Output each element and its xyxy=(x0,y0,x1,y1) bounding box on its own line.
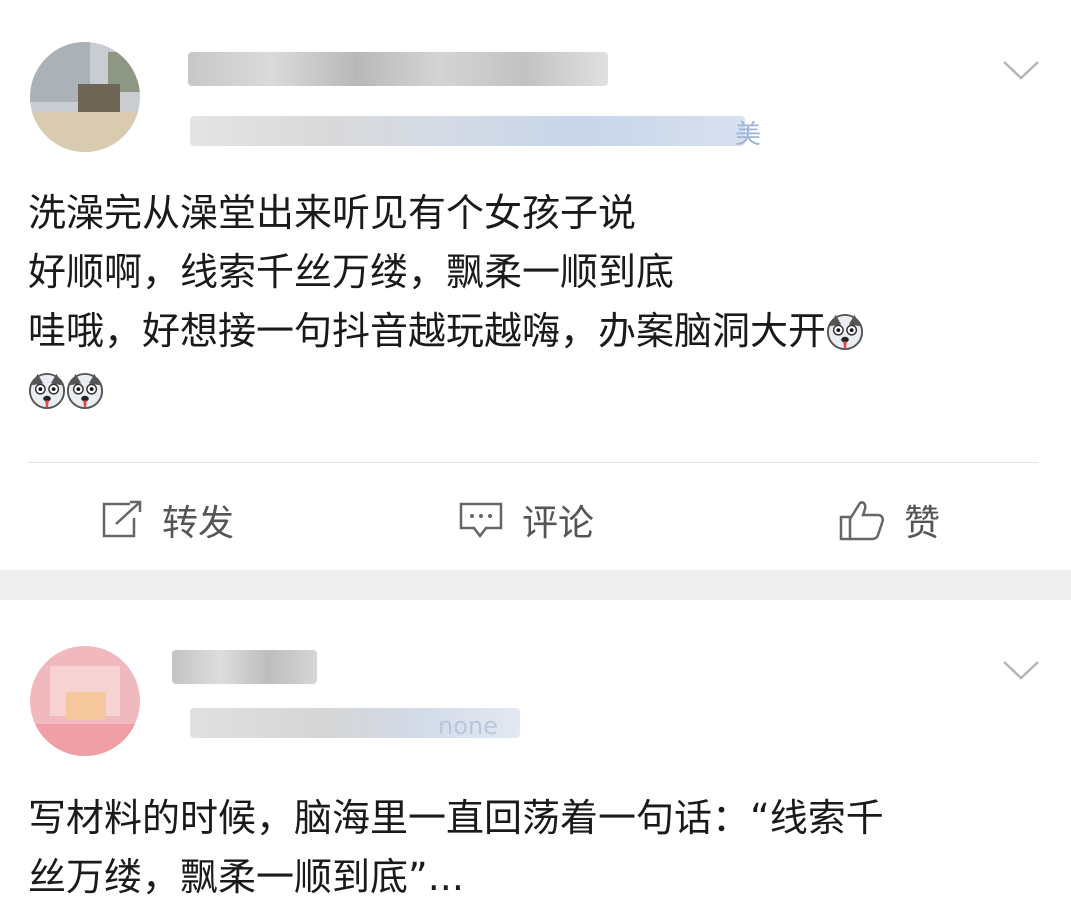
husky-emoji-icon xyxy=(66,372,104,410)
post-line: 好顺啊，线索千丝万缕，飘柔一顺到底 xyxy=(28,250,675,294)
feed-separator xyxy=(0,570,1071,600)
post-line: 洗澡完从澡堂出来听见有个女孩子说 xyxy=(28,191,637,235)
post-line: 写材料的时候，脑海里一直回荡着一句话：“线索千 xyxy=(28,796,884,840)
chevron-down-icon[interactable] xyxy=(1002,660,1040,680)
avatar[interactable] xyxy=(30,646,140,756)
post-meta-fragment: none xyxy=(438,712,498,740)
post-body: 写材料的时候，脑海里一直回荡着一句话：“线索千 丝万缕，飘柔一顺到底”... xyxy=(28,789,1043,907)
husky-emoji-icon xyxy=(826,313,864,351)
husky-emoji-icon xyxy=(28,372,66,410)
comment-button[interactable]: 评论 xyxy=(458,490,594,550)
post-line-text: 哇哦，好想接一句抖音越玩越嗨，办案脑洞大开 xyxy=(28,309,827,353)
repost-button[interactable]: 转发 xyxy=(100,490,234,550)
post-meta-fragment: 美 xyxy=(735,120,762,150)
repost-label: 转发 xyxy=(162,503,235,544)
like-label: 赞 xyxy=(904,503,941,544)
like-button[interactable]: 赞 xyxy=(838,490,940,550)
comment-icon xyxy=(459,502,503,539)
divider xyxy=(28,462,1038,463)
avatar[interactable] xyxy=(30,42,140,152)
post-line: 丝万缕，飘柔一顺到底”... xyxy=(28,855,464,899)
post-meta-blurred xyxy=(190,116,745,146)
repost-icon xyxy=(102,500,142,538)
post-body: 洗澡完从澡堂出来听见有个女孩子说 好顺啊，线索千丝万缕，飘柔一顺到底 哇哦，好想… xyxy=(28,184,1043,420)
weibo-post: 美 洗澡完从澡堂出来听见有个女孩子说 好顺啊，线索千丝万缕，飘柔一顺到底 哇哦，… xyxy=(0,0,1071,570)
username-blurred[interactable] xyxy=(188,52,608,86)
thumbs-up-icon xyxy=(839,501,885,541)
post-line-with-emoji: 哇哦，好想接一句抖音越玩越嗨，办案脑洞大开 xyxy=(28,302,1043,361)
comment-label: 评论 xyxy=(522,503,595,544)
username-blurred[interactable] xyxy=(172,650,317,684)
emoji-line xyxy=(28,361,1043,420)
chevron-down-icon[interactable] xyxy=(1002,60,1040,80)
